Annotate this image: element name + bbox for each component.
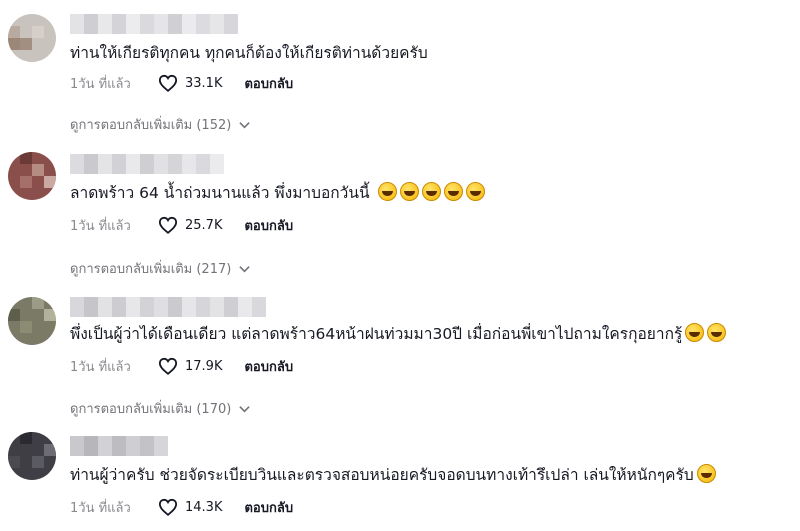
heart-outline-icon <box>158 357 178 375</box>
reply-button[interactable]: ตอบกลับ <box>244 497 293 518</box>
like-button[interactable]: 14.3K <box>158 498 222 516</box>
comment-time: 1วัน ที่แล้ว <box>70 359 131 375</box>
like-count: 17.9K <box>185 358 223 374</box>
comment-text: ลาดพร้าว 64 น้ำถ่วมนานแล้ว พึ่งมาบอกวันน… <box>70 182 485 204</box>
reply-button[interactable]: ตอบกลับ <box>244 356 293 377</box>
comment-time: 1วัน ที่แล้ว <box>70 500 131 516</box>
view-more-replies[interactable]: ดูการตอบกลับเพิ่มเติม (152) <box>70 114 250 135</box>
like-button[interactable]: 17.9K <box>158 357 222 375</box>
comment-time: 1วัน ที่แล้ว <box>70 76 131 92</box>
heart-outline-icon <box>158 498 178 516</box>
view-more-replies-label: ดูการตอบกลับเพิ่มเติม (170) <box>70 402 232 417</box>
username-blurred[interactable] <box>70 14 238 34</box>
like-count: 14.3K <box>185 499 223 515</box>
chevron-down-icon <box>239 265 250 272</box>
avatar[interactable] <box>8 152 56 200</box>
comment-text: ท่านให้เกียรติทุกคน ทุกคนก็ต้องให้เกียรต… <box>70 44 428 62</box>
laughing-face-icon <box>682 323 727 343</box>
view-more-replies[interactable]: ดูการตอบกลับเพิ่มเติม (217) <box>70 258 250 279</box>
username-blurred[interactable] <box>70 154 224 174</box>
chevron-down-icon <box>239 405 250 412</box>
username-blurred[interactable] <box>70 436 168 456</box>
comment-text: พึ่งเป็นผู้ว่าได้เดือนเดียว แต่ลาดพร้าว6… <box>70 323 727 345</box>
like-count: 33.1K <box>185 75 223 91</box>
avatar[interactable] <box>8 14 56 62</box>
comment-time: 1วัน ที่แล้ว <box>70 218 131 234</box>
comment-text: ท่านผู้ว่าครับ ช่วยจัดระเบียบวินและตรวจส… <box>70 464 716 486</box>
username-blurred[interactable] <box>70 297 266 317</box>
heart-outline-icon <box>158 74 178 92</box>
like-count: 25.7K <box>185 217 223 233</box>
like-button[interactable]: 25.7K <box>158 216 222 234</box>
chevron-down-icon <box>239 121 250 128</box>
view-more-replies-label: ดูการตอบกลับเพิ่มเติม (217) <box>70 262 232 277</box>
like-button[interactable]: 33.1K <box>158 74 222 92</box>
reply-button[interactable]: ตอบกลับ <box>244 73 293 94</box>
view-more-replies[interactable]: ดูการตอบกลับเพิ่มเติม (170) <box>70 398 250 419</box>
reply-button[interactable]: ตอบกลับ <box>244 215 293 236</box>
heart-outline-icon <box>158 216 178 234</box>
avatar[interactable] <box>8 432 56 480</box>
view-more-replies-label: ดูการตอบกลับเพิ่มเติม (152) <box>70 118 232 133</box>
laughing-face-icon <box>375 182 485 202</box>
avatar[interactable] <box>8 297 56 345</box>
laughing-face-icon <box>694 464 716 484</box>
